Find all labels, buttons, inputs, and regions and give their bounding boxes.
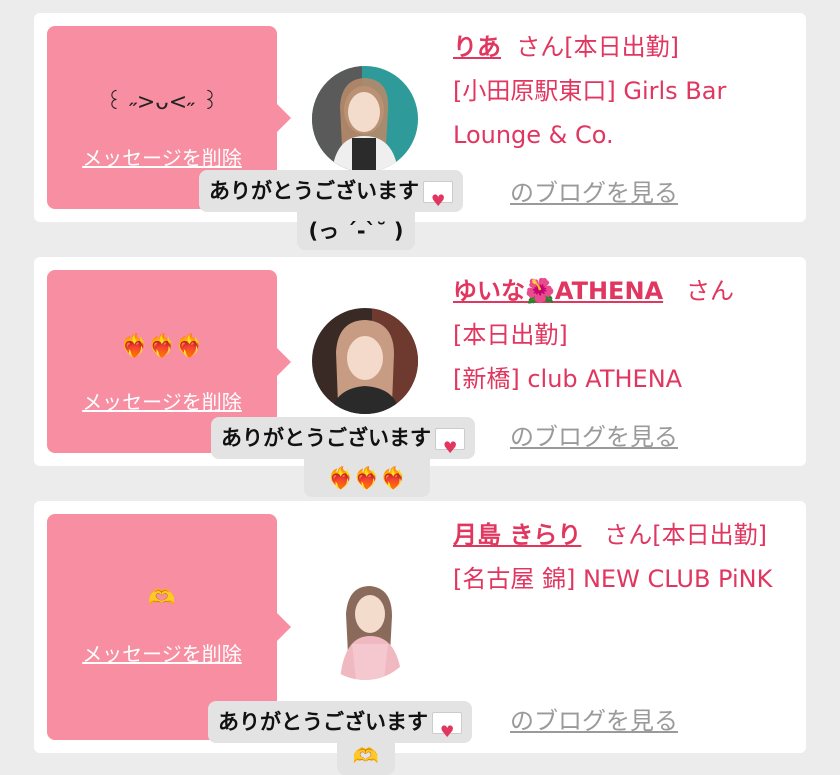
reply-sub-text: ❤️‍🔥❤️‍🔥❤️‍🔥 bbox=[327, 466, 407, 490]
delete-message-link[interactable]: メッセージを削除 bbox=[47, 638, 277, 667]
delete-message-link[interactable]: メッセージを削除 bbox=[47, 142, 277, 171]
reply-sub-bubble: ❤️‍🔥❤️‍🔥❤️‍🔥 bbox=[304, 459, 430, 497]
shop-text: [新橋] club ATHENA bbox=[453, 365, 683, 393]
love-letter-icon bbox=[423, 180, 453, 222]
profile-info: ゆいな🌺ATHENA さん [本日出勤] [新橋] club ATHENA bbox=[453, 269, 773, 401]
message-text: 🫶 bbox=[148, 586, 176, 611]
message-text: ꒰ ˶>ᴗ<˶ ꒱ bbox=[105, 90, 219, 115]
blog-link[interactable]: のブログを見る bbox=[510, 417, 678, 452]
avatar[interactable] bbox=[312, 308, 418, 414]
profile-info: 月島 きらり さん[本日出勤] [名古屋 錦] NEW CLUB PiNK bbox=[453, 513, 773, 601]
profile-info: りあ さん[本日出勤] [小田原駅東口] Girls Bar Lounge & … bbox=[453, 25, 773, 157]
reply-sub-text: 🫶 bbox=[352, 744, 380, 768]
delete-message-link[interactable]: メッセージを削除 bbox=[47, 386, 277, 415]
reply-sub-bubble: (っ ´-`˘ ) bbox=[297, 212, 415, 250]
reply-bubble: ありがとうございます bbox=[199, 170, 463, 222]
message-text: ❤️‍🔥❤️‍🔥❤️‍🔥 bbox=[120, 334, 204, 359]
san-suffix: さん bbox=[516, 33, 565, 61]
avatar[interactable] bbox=[312, 574, 418, 680]
reply-sub-text: (っ ´-`˘ ) bbox=[308, 219, 404, 243]
reply-text: ありがとうございます bbox=[218, 710, 428, 734]
status-text: [本日出勤] bbox=[564, 33, 679, 61]
avatar[interactable] bbox=[312, 66, 418, 172]
love-letter-icon bbox=[432, 711, 462, 753]
cast-name-link[interactable]: りあ bbox=[453, 33, 501, 61]
reply-bubble: ありがとうございます bbox=[211, 417, 475, 469]
cast-name-link[interactable]: 月島 きらり bbox=[453, 521, 581, 549]
cast-name-link[interactable]: ゆいな🌺ATHENA bbox=[453, 277, 663, 305]
reply-text: ありがとうございます bbox=[209, 179, 419, 203]
san-suffix: さん bbox=[686, 277, 734, 305]
reply-sub-bubble: 🫶 bbox=[337, 737, 395, 775]
status-text: [本日出勤] bbox=[652, 521, 767, 549]
blog-link[interactable]: のブログを見る bbox=[510, 173, 678, 208]
blog-link[interactable]: のブログを見る bbox=[510, 701, 678, 736]
reply-text: ありがとうございます bbox=[221, 426, 431, 450]
shop-text: [小田原駅東口] Girls Bar Lounge & Co. bbox=[453, 77, 727, 149]
love-letter-icon bbox=[435, 427, 465, 469]
shop-text: [名古屋 錦] NEW CLUB PiNK bbox=[453, 565, 773, 593]
san-suffix: さん bbox=[604, 521, 653, 549]
status-text: [本日出勤] bbox=[453, 321, 568, 349]
